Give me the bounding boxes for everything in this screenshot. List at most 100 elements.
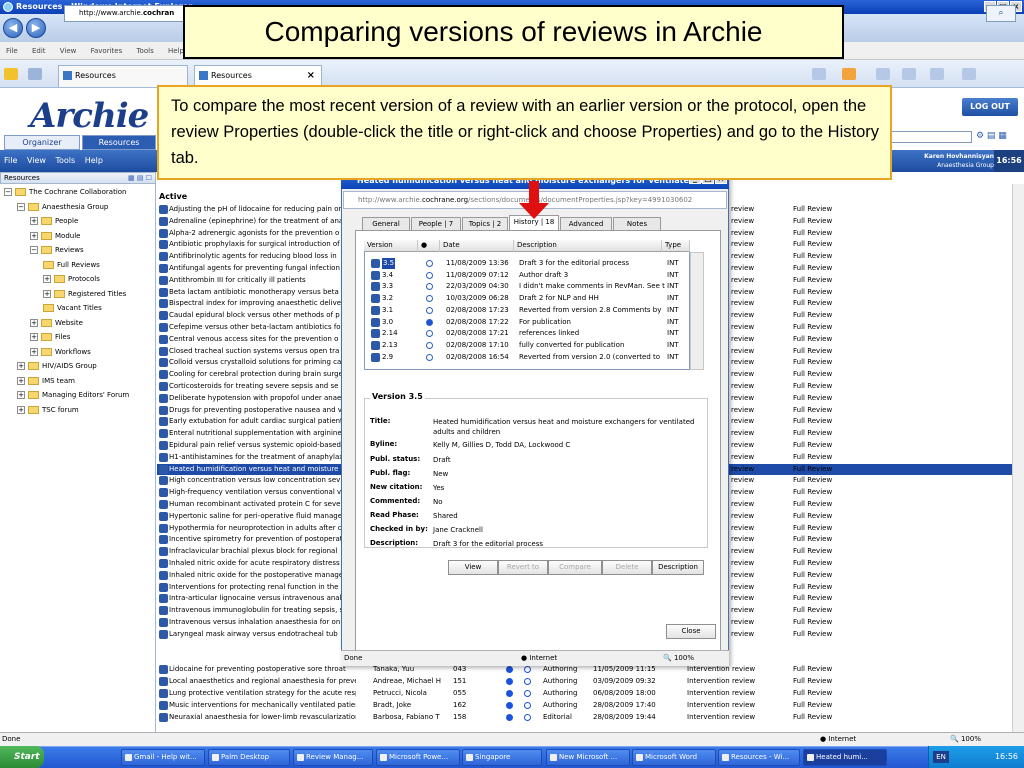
- taskbar-button[interactable]: Gmail - Help wit...: [121, 749, 205, 766]
- col-date[interactable]: Date: [440, 240, 514, 252]
- dialog-close-button[interactable]: Close: [666, 624, 716, 639]
- print-icon[interactable]: [902, 68, 916, 80]
- search-icon[interactable]: ⌕: [986, 5, 1016, 22]
- tree-expander-icon[interactable]: +: [30, 347, 38, 356]
- tree-node[interactable]: Full Reviews: [43, 258, 100, 272]
- tree-node[interactable]: + Files: [30, 330, 70, 344]
- taskbar-button[interactable]: Singapore: [462, 749, 542, 766]
- version-radio[interactable]: [426, 283, 433, 291]
- version-radio[interactable]: [426, 306, 433, 314]
- dialog-tab-notes[interactable]: Notes: [613, 217, 661, 230]
- description-button[interactable]: Description: [652, 560, 704, 575]
- version-row[interactable]: 3.0 02/08/2008 17:22 For publication INT: [365, 317, 689, 328]
- tree-node[interactable]: + Protocols: [43, 272, 100, 286]
- menu-tools[interactable]: Tools: [130, 42, 159, 60]
- taskbar-button[interactable]: Microsoft Powe...: [376, 749, 460, 766]
- tab-list-icon[interactable]: [28, 68, 42, 80]
- version-row[interactable]: 2.13 02/08/2008 17:10 fully converted for …: [365, 340, 689, 351]
- tree-expander-icon[interactable]: +: [30, 217, 38, 225]
- address-bar[interactable]: http://www.archie.cochran: [64, 5, 184, 22]
- logout-button[interactable]: LOG OUT: [962, 98, 1018, 116]
- tree-expander-icon[interactable]: +: [30, 333, 38, 341]
- review-row[interactable]: Music interventions for mechanically ven…: [157, 700, 1012, 711]
- taskbar-button[interactable]: Review Manag...: [293, 749, 373, 766]
- feeds-icon[interactable]: [842, 68, 856, 80]
- tree-expander-icon[interactable]: +: [17, 376, 25, 385]
- dialog-tab-topics[interactable]: Topics | 2: [462, 217, 508, 230]
- tree-toolbar-icons[interactable]: ▦ ▤ ☐: [128, 173, 152, 183]
- archie-menu-help[interactable]: Help: [81, 150, 106, 172]
- tree-expander-icon[interactable]: +: [30, 231, 38, 240]
- tree-node[interactable]: + Workflows: [30, 345, 91, 359]
- archie-menu-view[interactable]: View: [23, 150, 49, 172]
- forward-icon[interactable]: ▶: [26, 18, 46, 38]
- version-row[interactable]: 3.1 02/08/2008 17:23 Reverted from version…: [365, 305, 689, 316]
- archie-menu-file[interactable]: File: [0, 150, 20, 172]
- tab-resources[interactable]: Resources: [82, 135, 156, 150]
- menu-view[interactable]: View: [54, 42, 83, 60]
- version-row[interactable]: 3.2 10/03/2009 06:28 Draft 2 for NLP and H…: [365, 293, 689, 304]
- col-version[interactable]: Version: [364, 240, 418, 252]
- col-type[interactable]: Type: [662, 240, 690, 252]
- mail-icon[interactable]: [876, 68, 890, 80]
- tab-organizer[interactable]: Organizer: [4, 135, 80, 150]
- col-description[interactable]: Description: [514, 240, 662, 252]
- tree-expander-icon[interactable]: +: [17, 405, 25, 414]
- revert-button[interactable]: Revert to: [498, 560, 548, 575]
- version-row[interactable]: 3.3 22/03/2009 04:30 I didn't make comment…: [365, 281, 689, 292]
- home-icon[interactable]: [812, 68, 826, 80]
- version-radio[interactable]: [426, 271, 433, 279]
- archie-toolbar-icons[interactable]: ⚙ ▤ ▦: [976, 131, 1020, 143]
- tree-node[interactable]: Vacant Titles: [43, 301, 102, 315]
- language-indicator[interactable]: EN: [933, 751, 949, 763]
- col-selected[interactable]: ●: [418, 240, 440, 252]
- taskbar-button[interactable]: Heated humi...: [803, 749, 887, 766]
- taskbar-button[interactable]: Microsoft Word: [632, 749, 716, 766]
- tree-node[interactable]: + HIV/AIDS Group: [17, 359, 97, 373]
- menu-file[interactable]: File: [0, 42, 24, 60]
- version-row[interactable]: 3.4 11/08/2009 07:12 Author draft 3 INT: [365, 270, 689, 281]
- close-tab-icon[interactable]: ×: [307, 66, 315, 86]
- tree-node[interactable]: + People: [30, 214, 78, 228]
- version-radio[interactable]: [426, 353, 433, 361]
- tree-expander-icon[interactable]: +: [17, 391, 25, 399]
- ie-tab-resources-2[interactable]: Resources ×: [194, 65, 322, 87]
- version-row[interactable]: 2.9 02/08/2008 16:54 Reverted from version…: [365, 352, 689, 363]
- version-radio[interactable]: [426, 341, 433, 349]
- tree-expander-icon[interactable]: +: [30, 318, 38, 327]
- tools-icon[interactable]: [962, 68, 976, 80]
- menu-edit[interactable]: Edit: [26, 42, 52, 60]
- back-icon[interactable]: ◀: [3, 18, 23, 38]
- review-row[interactable]: Neuraxial anaesthesia for lower-limb rev…: [157, 712, 1012, 723]
- view-button[interactable]: View: [448, 560, 498, 575]
- dialog-status-zoom[interactable]: 🔍 100%: [663, 651, 694, 666]
- dialog-tab-general[interactable]: General: [362, 217, 410, 230]
- start-button[interactable]: Start: [0, 746, 44, 768]
- taskbar-button[interactable]: Palm Desktop: [208, 749, 290, 766]
- review-row[interactable]: Lung protective ventilation strategy for…: [157, 688, 1012, 699]
- tree-node[interactable]: + Managing Editors' Forum: [17, 388, 129, 402]
- tree-expander-icon[interactable]: +: [17, 362, 25, 370]
- tree-node[interactable]: + Module: [30, 229, 80, 243]
- review-list-scrollbar[interactable]: [1012, 184, 1024, 732]
- version-row[interactable]: 3.5 11/08/2009 13:36 Draft 3 for the edito…: [365, 258, 689, 269]
- version-row[interactable]: 2.14 02/08/2008 17:21 references linked INT: [365, 328, 689, 339]
- dialog-tab-advanced[interactable]: Advanced: [560, 217, 612, 230]
- taskbar-button[interactable]: New Microsoft ...: [546, 749, 630, 766]
- compare-button[interactable]: Compare: [548, 560, 602, 575]
- ie-tab-resources-1[interactable]: Resources: [58, 65, 188, 87]
- archie-menu-tools[interactable]: Tools: [51, 150, 78, 172]
- taskbar-button[interactable]: Resources - Wi...: [718, 749, 800, 766]
- version-radio[interactable]: [426, 295, 433, 303]
- delete-button[interactable]: Delete: [602, 560, 652, 575]
- menu-favorites[interactable]: Favorites: [85, 42, 129, 60]
- tree-node[interactable]: + IMS team: [17, 374, 75, 388]
- tree-expander-icon[interactable]: −: [30, 246, 38, 254]
- favorites-star-icon[interactable]: [4, 68, 18, 80]
- dialog-tab-people[interactable]: People | 7: [411, 217, 461, 230]
- page-menu-icon[interactable]: [930, 68, 944, 80]
- version-radio[interactable]: [426, 318, 433, 326]
- tree-node[interactable]: + Registered Titles: [43, 287, 126, 301]
- tree-expander-icon[interactable]: +: [43, 289, 51, 298]
- tree-node[interactable]: − The Cochrane Collaboration: [4, 185, 127, 199]
